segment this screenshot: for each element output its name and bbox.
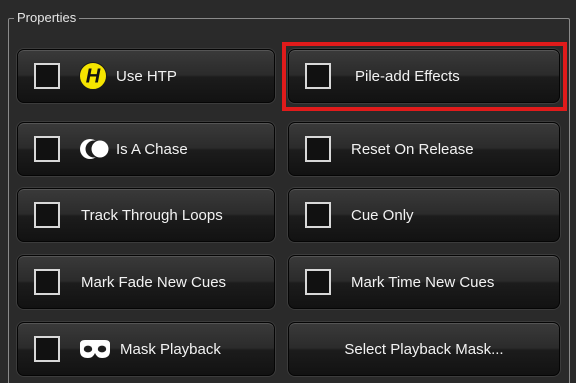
use-htp-label: Use HTP: [116, 67, 177, 85]
htp-icon: H: [78, 61, 108, 91]
cue-only-label: Cue Only: [351, 206, 414, 224]
is-a-chase-checkbox[interactable]: [34, 136, 60, 162]
pile-add-effects-label: Pile-add Effects: [355, 67, 460, 85]
select-playback-mask-label: Select Playback Mask...: [344, 340, 504, 358]
reset-on-release-checkbox[interactable]: [305, 136, 331, 162]
track-through-loops-label: Track Through Loops: [81, 206, 223, 224]
mask-playback-label: Mask Playback: [120, 340, 221, 358]
select-playback-mask-button[interactable]: Select Playback Mask...: [288, 322, 560, 376]
reset-on-release-button[interactable]: Reset On Release: [288, 122, 560, 176]
track-through-loops-checkbox[interactable]: [34, 202, 60, 228]
cue-only-checkbox[interactable]: [305, 202, 331, 228]
use-htp-button[interactable]: H Use HTP: [17, 49, 275, 103]
pile-add-effects-button[interactable]: Pile-add Effects: [288, 49, 560, 103]
mask-playback-button[interactable]: Mask Playback: [17, 322, 275, 376]
mark-fade-new-cues-button[interactable]: Mark Fade New Cues: [17, 255, 275, 309]
track-through-loops-button[interactable]: Track Through Loops: [17, 188, 275, 242]
mark-time-new-cues-checkbox[interactable]: [305, 269, 331, 295]
is-a-chase-button[interactable]: Is A Chase: [17, 122, 275, 176]
chase-icon: [78, 137, 112, 161]
cue-only-button[interactable]: Cue Only: [288, 188, 560, 242]
mark-fade-new-cues-checkbox[interactable]: [34, 269, 60, 295]
mark-time-new-cues-button[interactable]: Mark Time New Cues: [288, 255, 560, 309]
mark-time-new-cues-label: Mark Time New Cues: [351, 273, 495, 291]
pile-add-effects-checkbox[interactable]: [305, 63, 331, 89]
properties-panel: Properties H Use HTP Pile-add Effects Is…: [0, 0, 576, 383]
svg-text:H: H: [86, 66, 101, 88]
use-htp-checkbox[interactable]: [34, 63, 60, 89]
reset-on-release-label: Reset On Release: [351, 140, 474, 158]
is-a-chase-label: Is A Chase: [116, 140, 188, 158]
properties-group-title: Properties: [14, 8, 80, 28]
mark-fade-new-cues-label: Mark Fade New Cues: [81, 273, 227, 291]
mask-icon: [78, 339, 112, 359]
mask-playback-checkbox[interactable]: [34, 336, 60, 362]
